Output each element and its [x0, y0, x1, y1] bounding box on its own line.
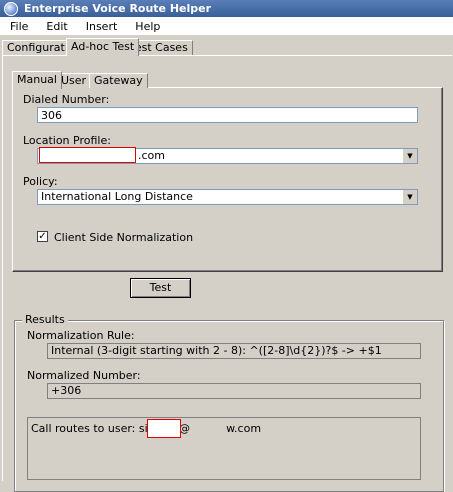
- policy-value: International Long Distance: [41, 190, 193, 203]
- menu-edit[interactable]: Edit: [37, 20, 76, 33]
- menu-bar: File Edit Insert Help: [0, 17, 453, 35]
- policy-select[interactable]: International Long Distance ▼: [37, 189, 418, 205]
- window-title: Enterprise Voice Route Helper: [24, 2, 212, 15]
- chevron-down-icon[interactable]: ▼: [402, 190, 417, 204]
- menu-help[interactable]: Help: [126, 20, 169, 33]
- normalized-number-label: Normalized Number:: [27, 369, 141, 382]
- client-side-normalization-checkbox[interactable]: ✓: [37, 231, 48, 242]
- redacted-region: [147, 419, 181, 438]
- client-side-normalization-label: Client Side Normalization: [54, 231, 194, 244]
- menu-insert[interactable]: Insert: [77, 20, 127, 33]
- tab-gateway[interactable]: Gateway: [89, 73, 148, 88]
- normalization-rule-label: Normalization Rule:: [27, 329, 135, 342]
- app-icon: [4, 1, 18, 16]
- tab-ad-hoc-test[interactable]: Ad-hoc Test: [66, 38, 140, 56]
- menu-file[interactable]: File: [0, 20, 37, 33]
- results-title: Results: [22, 313, 68, 326]
- dialed-number-label: Dialed Number:: [23, 93, 110, 106]
- tab-manual[interactable]: Manual: [12, 71, 62, 89]
- test-button[interactable]: Test: [130, 278, 191, 298]
- call-routes-suffix: w.com: [226, 422, 262, 435]
- chevron-down-icon[interactable]: ▼: [402, 149, 417, 163]
- location-profile-suffix: .com: [138, 149, 165, 162]
- normalized-number-field: +306: [47, 383, 421, 399]
- call-routes-output: Call routes to user: sip:tluk@ w.com: [27, 417, 421, 480]
- dialed-number-field[interactable]: 306: [37, 107, 418, 123]
- title-bar: Enterprise Voice Route Helper: [0, 0, 453, 17]
- policy-label: Policy:: [23, 175, 58, 188]
- normalization-rule-field: Internal (3-digit starting with 2 - 8): …: [47, 343, 421, 359]
- location-profile-label: Location Profile:: [23, 134, 111, 147]
- redacted-region: [39, 147, 136, 163]
